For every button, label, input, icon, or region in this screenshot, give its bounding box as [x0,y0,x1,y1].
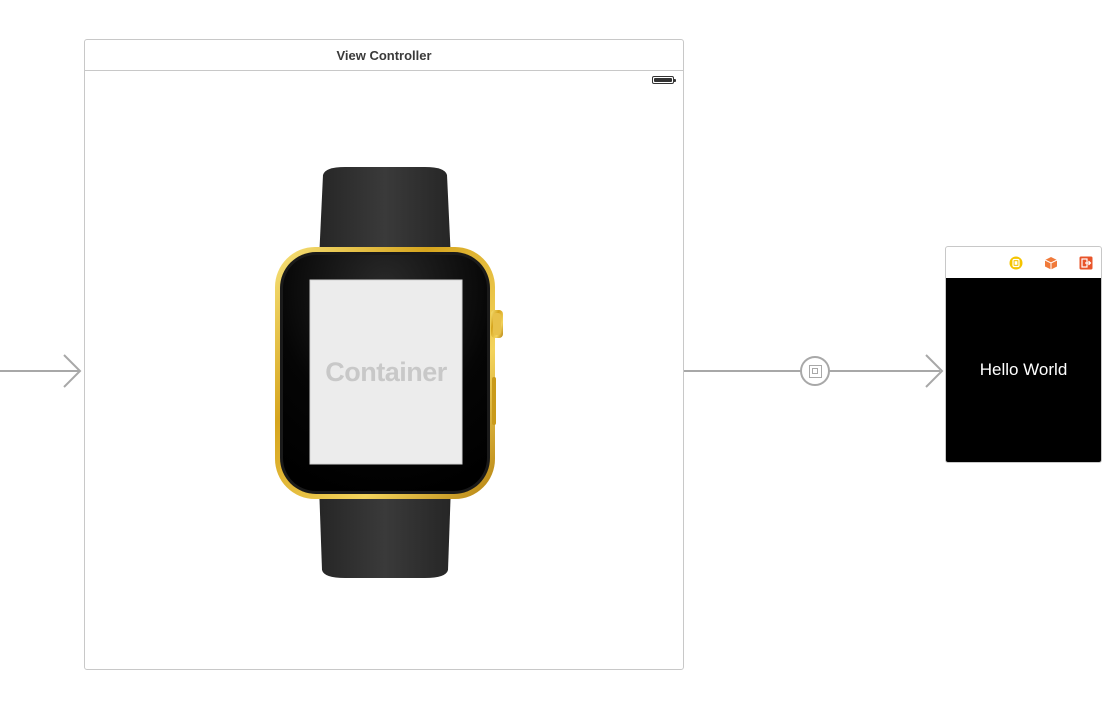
first-responder-icon[interactable] [1044,256,1058,270]
entry-point-arrow[interactable] [0,352,84,392]
interface-controller-icon[interactable] [1009,256,1023,270]
hello-world-label[interactable]: Hello World [980,360,1068,380]
scene-dock [946,247,1101,278]
storyboard-canvas: View Controller Container Hello World [0,0,1112,710]
container-view-label[interactable]: Container [310,280,462,464]
interface-controller-view[interactable]: Hello World [946,278,1101,462]
embed-segue-icon[interactable] [800,356,830,386]
view-controller-scene[interactable]: View Controller Container [84,39,684,670]
scene-title: View Controller [85,40,683,71]
battery-icon [652,76,676,84]
interface-controller-scene[interactable]: Hello World [945,246,1102,463]
exit-icon[interactable] [1079,256,1093,270]
